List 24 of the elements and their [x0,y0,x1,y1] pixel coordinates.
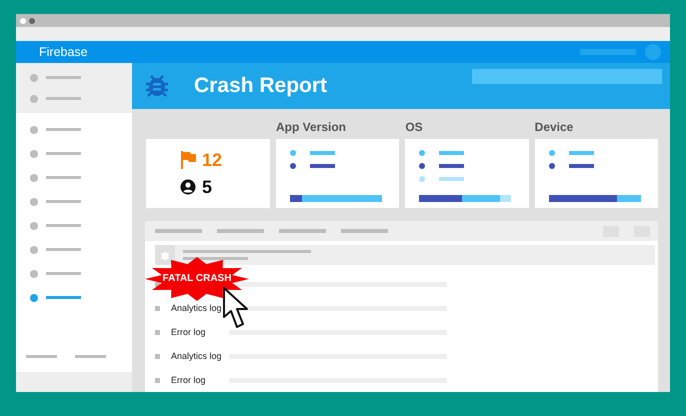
log-label: Error log [171,375,207,385]
crash-count: 12 [202,150,222,170]
flag-icon [180,151,196,169]
user-icon [180,179,196,195]
search-field[interactable] [472,69,662,84]
column-heading: Device [534,120,574,134]
cursor-icon [221,287,251,329]
log-label: Analytics log [171,351,223,361]
placeholder-line [75,355,106,358]
column-heading: OS [405,120,424,134]
column-heading: App Version [276,120,348,134]
placeholder-line [26,355,57,358]
crash-badge-text: FATAL CRASH [162,273,232,284]
log-label: Error log [171,327,207,337]
bug-icon [160,250,170,260]
avatar-icon[interactable] [645,44,661,60]
window-dot[interactable] [29,18,35,24]
log-label: Analytics log [171,303,223,313]
page-title: Crash Report [194,74,328,98]
user-count: 5 [202,176,212,198]
window-dot[interactable] [20,18,26,24]
crash-row[interactable] [155,245,655,265]
app-title: Firebase [39,45,89,59]
bug-icon [145,73,169,99]
